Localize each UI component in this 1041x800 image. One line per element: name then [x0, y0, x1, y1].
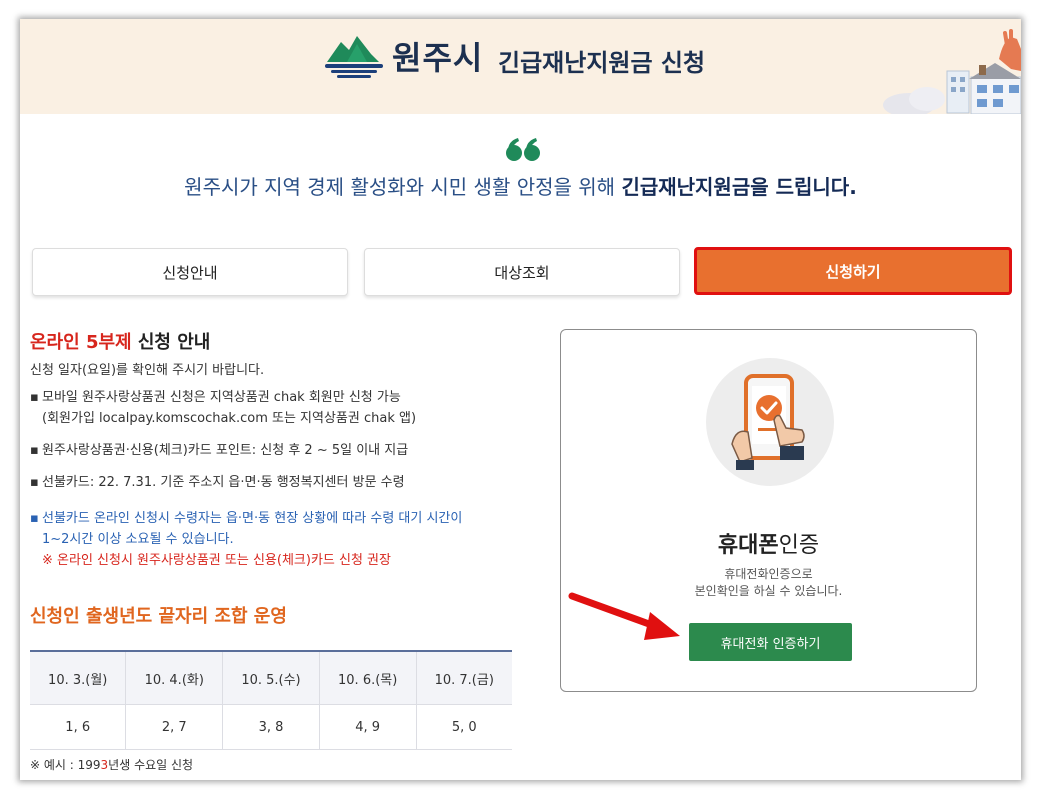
example-note: ※ 예시 : 1993년생 수요일 신청 — [30, 756, 193, 773]
tab-label: 신청하기 — [825, 262, 881, 281]
table-row: 1, 6 2, 7 3, 8 4, 9 5, 0 — [30, 704, 512, 750]
table-cell: 3, 8 — [222, 704, 320, 750]
list-item-notice: ▪ 선불카드 온라인 신청시 수령자는 읍·면·동 현장 상황에 따라 수령 대기… — [30, 508, 462, 571]
example-text: 년생 수요일 신청 — [108, 758, 194, 772]
example-text: ※ 예시 : 199 — [30, 758, 101, 772]
section-subtitle: 신청 일자(요일)를 확인해 주시기 바랍니다. — [30, 363, 265, 378]
table-header-cell: 10. 3.(월) — [30, 650, 126, 705]
phone-verification-illustration — [706, 358, 834, 486]
tab-apply-guide[interactable]: 신청안내 — [32, 248, 348, 296]
town-illustration-icon — [883, 29, 1021, 114]
bullet-icon: ▪ — [30, 511, 39, 526]
page-title: 긴급재난지원금 신청 — [498, 49, 706, 77]
list-item: ▪ 모바일 원주사랑상품권 신청은 지역상품권 chak 회원만 신청 가능 (회… — [30, 387, 416, 429]
tab-label: 대상조회 — [494, 263, 550, 282]
list-item: ▪ 선불카드: 22. 7.31. 기준 주소지 읍·면·동 행정복지센터 방문 … — [30, 472, 405, 493]
wonju-logo-icon — [325, 36, 383, 78]
table-cell: 4, 9 — [318, 704, 417, 750]
red-arrow-icon — [568, 592, 680, 640]
table-cell: 5, 0 — [415, 704, 512, 750]
header-banner: 원주시 긴급재난지원금 신청 — [20, 19, 1021, 114]
list-item-text: 1~2시간 이상 소요될 수 있습니다. — [42, 532, 234, 547]
quote-icon — [506, 138, 540, 161]
city-name: 원주시 — [392, 39, 484, 77]
warning-text: ※ 온라인 신청시 원주사랑상품권 또는 신용(체크)카드 신청 권장 — [42, 553, 391, 568]
card-title-rest: 인증 — [778, 533, 820, 558]
section-title-rest: 신청 안내 — [131, 332, 211, 353]
table-header-cell: 10. 4.(화) — [125, 650, 223, 705]
table-header-row: 10. 3.(월) 10. 4.(화) 10. 5.(수) 10. 6.(목) … — [30, 650, 512, 705]
card-description-line: 본인확인을 하실 수 있습니다. — [694, 584, 843, 598]
bullet-icon: ▪ — [30, 443, 39, 458]
table-header-cell: 10. 5.(수) — [222, 650, 320, 705]
card-title-emphasis: 휴대폰 — [717, 533, 779, 558]
phone-verify-button[interactable]: 휴대전화 인증하기 — [689, 623, 852, 661]
phone-check-icon — [731, 374, 805, 470]
tab-eligibility-check[interactable]: 대상조회 — [364, 248, 680, 296]
table-cell: 1, 6 — [30, 704, 126, 750]
list-item-text: 선불카드 온라인 신청시 수령자는 읍·면·동 현장 상황에 따라 수령 대기 … — [42, 511, 463, 526]
list-item-text: 원주사랑상품권·신용(체크)카드 포인트: 신청 후 2 ~ 5일 이내 지급 — [42, 443, 409, 458]
section-title-highlight: 온라인 5부제 — [30, 332, 132, 353]
headline-text: 원주시가 지역 경제 활성화와 시민 생활 안정을 위해 — [184, 175, 622, 199]
table-header-cell: 10. 6.(목) — [318, 650, 417, 705]
bullet-icon: ▪ — [30, 390, 39, 405]
page-frame: 원주시 긴급재난지원금 신청 원주시가 지역 경제 활성화와 시민 생활 안정을… — [20, 19, 1021, 780]
table-cell: 2, 7 — [125, 704, 223, 750]
schedule-table: 10. 3.(월) 10. 4.(화) 10. 5.(수) 10. 6.(목) … — [30, 650, 512, 750]
headline-emphasis: 긴급재난지원금을 드립니다. — [621, 175, 857, 199]
list-item-text: 모바일 원주사랑상품권 신청은 지역상품권 chak 회원만 신청 가능 — [42, 390, 401, 405]
headline: 원주시가 지역 경제 활성화와 시민 생활 안정을 위해 긴급재난지원금을 드립… — [20, 171, 1021, 200]
table-header-cell: 10. 7.(금) — [415, 650, 512, 705]
card-description-line: 휴대전화인증으로 — [724, 567, 813, 581]
list-item-text: 선불카드: 22. 7.31. 기준 주소지 읍·면·동 행정복지센터 방문 수… — [42, 475, 405, 490]
card-title: 휴대폰인증 — [561, 527, 976, 559]
section-title: 온라인 5부제 신청 안내 — [30, 328, 210, 354]
bullet-icon: ▪ — [30, 475, 39, 490]
tab-apply[interactable]: 신청하기 — [694, 247, 1012, 295]
list-item: ▪ 원주사랑상품권·신용(체크)카드 포인트: 신청 후 2 ~ 5일 이내 지급 — [30, 440, 408, 461]
schedule-title: 신청인 출생년도 끝자리 조합 운영 — [30, 606, 287, 627]
list-item-text: (회원가입 localpay.komscochak.com 또는 지역상품권 c… — [42, 411, 417, 426]
tab-label: 신청안내 — [162, 263, 218, 282]
